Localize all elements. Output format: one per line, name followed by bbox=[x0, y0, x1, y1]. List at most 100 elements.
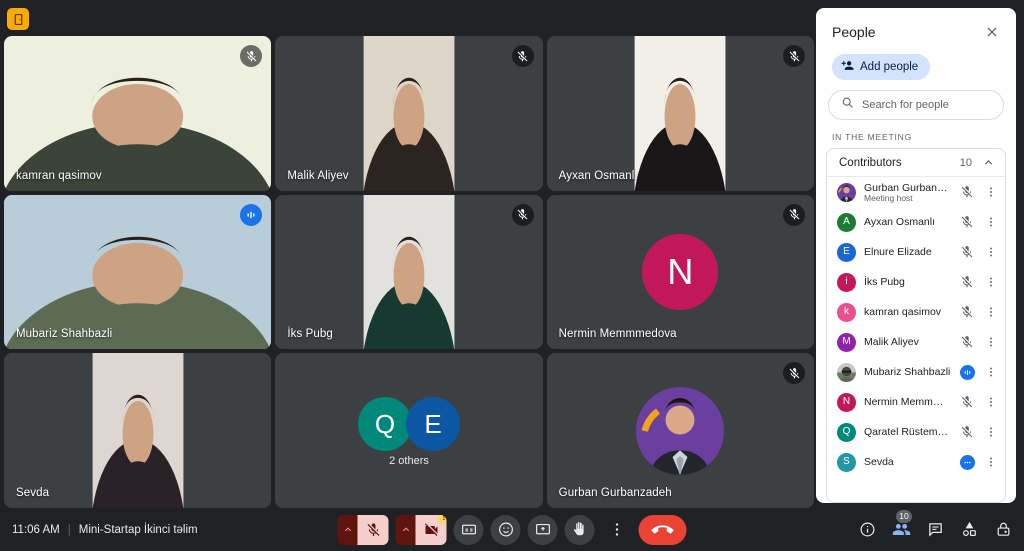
search-people-box[interactable] bbox=[828, 90, 1004, 120]
participant-row[interactable]: Mubariz Shahbazli bbox=[827, 357, 1005, 387]
video-tile[interactable]: Ayxan Osmanlı bbox=[546, 36, 814, 191]
clock-time: 11:06 AM bbox=[12, 523, 60, 536]
more-options-icon[interactable] bbox=[983, 396, 999, 408]
search-icon bbox=[841, 96, 854, 114]
avatar bbox=[837, 362, 856, 382]
emoji-reactions-button[interactable] bbox=[490, 514, 521, 545]
video-tile[interactable]: Gurban Gurbanzadeh bbox=[546, 353, 814, 508]
avatar: N bbox=[837, 392, 856, 412]
meta-separator: | bbox=[67, 523, 71, 536]
participant-name: Ayxan Osmanlı bbox=[864, 216, 936, 228]
participant-row[interactable]: N Nermin Memmmedova bbox=[827, 387, 1005, 417]
video-tile[interactable]: N Nermin Memmmedova bbox=[546, 194, 814, 350]
participant-name-label: kamran qasimov bbox=[16, 169, 102, 182]
participant-name-label: Malik Aliyev bbox=[287, 169, 349, 182]
participant-name: Sevda bbox=[864, 456, 894, 468]
mic-off-icon[interactable] bbox=[959, 215, 975, 229]
more-options-icon[interactable] bbox=[983, 366, 999, 378]
participant-avatar: N bbox=[642, 233, 719, 310]
search-input[interactable] bbox=[862, 99, 1004, 111]
activities-button[interactable] bbox=[958, 519, 980, 541]
more-options-button[interactable] bbox=[602, 515, 632, 545]
participant-row[interactable]: M Malik Aliyev bbox=[827, 327, 1005, 357]
host-controls-button[interactable] bbox=[992, 519, 1014, 541]
participant-name-label: Mubariz Shahbazli bbox=[16, 328, 113, 341]
call-controls: ! bbox=[337, 514, 687, 545]
mic-off-icon[interactable] bbox=[959, 335, 975, 349]
participant-name-label: İks Pubg bbox=[287, 328, 333, 341]
mic-off-icon[interactable] bbox=[959, 395, 975, 409]
participant-name: kamran qasimov bbox=[864, 306, 942, 318]
more-options-icon[interactable] bbox=[983, 426, 999, 438]
participant-row[interactable]: Q Qaratel Rüstemova bbox=[827, 417, 1005, 447]
meeting-details-button[interactable] bbox=[856, 519, 878, 541]
avatar: M bbox=[837, 332, 856, 352]
speaking-indicator-icon bbox=[240, 203, 263, 226]
participant-row[interactable]: S Sevda bbox=[827, 447, 1005, 477]
video-tile[interactable]: Malik Aliyev bbox=[275, 36, 543, 191]
participant-video bbox=[363, 194, 455, 350]
participant-info: Gurban Gurbanzad... (You)Meeting host bbox=[864, 182, 951, 203]
mic-options-chevron[interactable] bbox=[337, 514, 358, 545]
more-options-icon[interactable] bbox=[983, 336, 999, 348]
participant-name: Malik Aliyev bbox=[864, 336, 919, 348]
participant-name: Nermin Memmmedova bbox=[864, 396, 951, 408]
mic-off-icon[interactable] bbox=[959, 425, 975, 439]
participant-info: İks Pubg bbox=[864, 276, 951, 288]
contributors-label: Contributors bbox=[839, 156, 902, 169]
mic-off-icon bbox=[783, 203, 805, 226]
closed-captions-button[interactable] bbox=[453, 514, 484, 545]
mic-off-icon bbox=[511, 45, 534, 67]
participant-info: Mubariz Shahbazli bbox=[864, 366, 952, 378]
people-panel: People Add people Search for people IN T… bbox=[816, 8, 1016, 503]
raise-hand-button[interactable] bbox=[564, 514, 595, 545]
close-icon[interactable] bbox=[982, 22, 1002, 42]
add-person-icon bbox=[841, 59, 854, 75]
add-people-button[interactable]: Add people bbox=[832, 54, 931, 80]
participant-name-label: Nermin Memmmedova bbox=[558, 328, 677, 341]
contributors-group-header[interactable]: Contributors 10 bbox=[827, 149, 1005, 177]
video-tile[interactable]: kamran qasimov bbox=[4, 36, 272, 191]
participant-name: İks Pubg bbox=[864, 276, 905, 288]
video-tile[interactable]: QE 2 others bbox=[275, 353, 543, 508]
more-options-icon[interactable] bbox=[983, 456, 999, 468]
more-options-icon[interactable] bbox=[983, 186, 999, 198]
microphone-control bbox=[337, 514, 389, 545]
camera-options-chevron[interactable] bbox=[395, 514, 416, 545]
mic-off-icon[interactable] bbox=[959, 275, 975, 289]
participant-row[interactable]: k kamran qasimov bbox=[827, 297, 1005, 327]
participant-row[interactable]: i İks Pubg bbox=[827, 267, 1005, 297]
participant-name: Mubariz Shahbazli bbox=[864, 366, 951, 378]
participant-row[interactable]: A Ayxan Osmanlı bbox=[827, 207, 1005, 237]
chat-button[interactable] bbox=[924, 519, 946, 541]
people-button[interactable]: 10 bbox=[890, 509, 912, 541]
meeting-name: Mini-Startap İkinci təlim bbox=[78, 523, 198, 536]
chevron-up-icon[interactable] bbox=[982, 156, 995, 169]
participant-name-label: Ayxan Osmanlı bbox=[558, 169, 638, 182]
video-tile[interactable]: Mubariz Shahbazli bbox=[4, 194, 272, 350]
more-options-icon[interactable] bbox=[983, 216, 999, 228]
contributors-count: 10 bbox=[959, 156, 972, 169]
leave-call-button[interactable] bbox=[638, 514, 687, 545]
video-tile[interactable]: Sevda bbox=[4, 353, 272, 508]
more-options-icon[interactable] bbox=[983, 306, 999, 318]
participant-name-label: Gurban Gurbanzadeh bbox=[558, 487, 672, 499]
more-options-icon[interactable] bbox=[983, 276, 999, 288]
participant-info: Nermin Memmmedova bbox=[864, 396, 951, 408]
participant-row[interactable]: E Elnure Elizade bbox=[827, 237, 1005, 267]
others-count-label: 2 others bbox=[389, 455, 429, 468]
mic-off-icon[interactable] bbox=[959, 305, 975, 319]
others-avatars: QE bbox=[357, 397, 460, 452]
video-tile[interactable]: İks Pubg bbox=[275, 194, 543, 350]
speaking-indicator-icon[interactable] bbox=[960, 364, 975, 380]
mic-off-icon[interactable] bbox=[959, 245, 975, 259]
microphone-off-button[interactable] bbox=[357, 514, 389, 545]
participant-row[interactable]: Gurban Gurbanzad... (You)Meeting host bbox=[827, 177, 1005, 207]
participant-info: kamran qasimov bbox=[864, 306, 951, 318]
mic-off-icon[interactable] bbox=[959, 185, 975, 199]
more-options-icon[interactable] bbox=[983, 246, 999, 258]
audio-dots-icon[interactable] bbox=[960, 454, 975, 470]
participant-info: Malik Aliyev bbox=[864, 336, 951, 348]
camera-control: ! bbox=[395, 514, 447, 545]
present-screen-button[interactable] bbox=[527, 514, 558, 545]
